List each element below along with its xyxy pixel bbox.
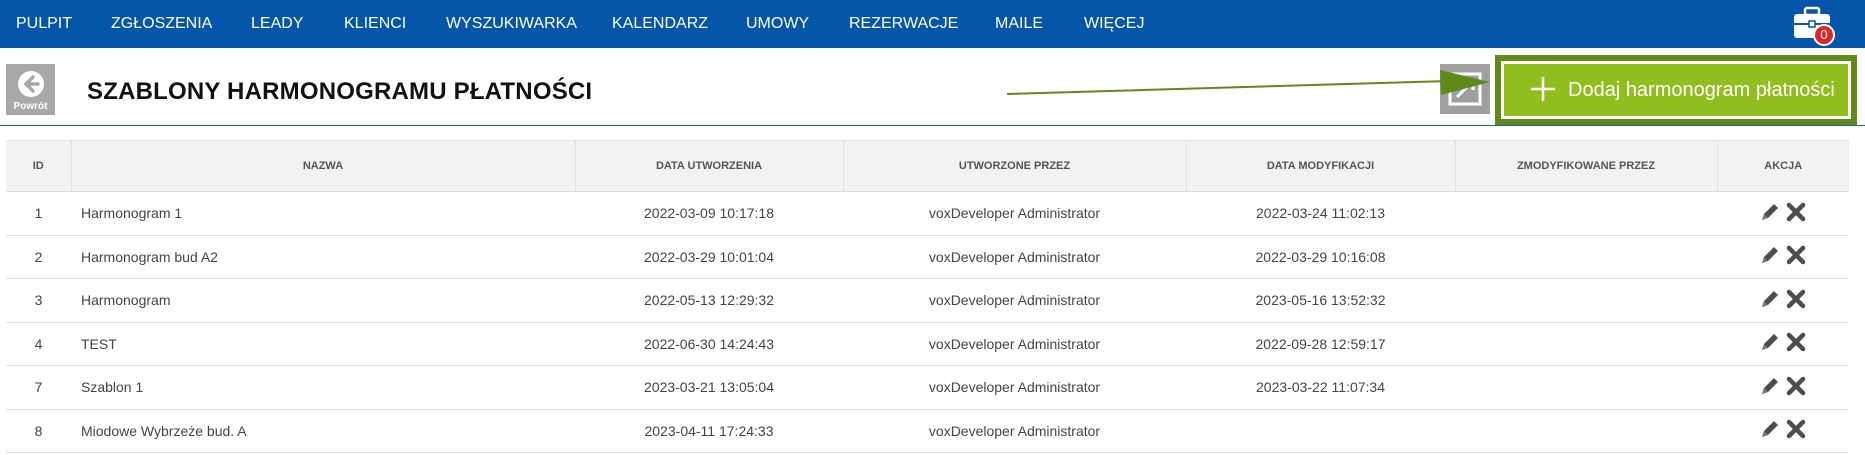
cell-actions (1717, 192, 1849, 236)
cell-id: 1 (34, 205, 43, 222)
cell-name: Harmonogram bud A2 (81, 248, 218, 265)
cell-name: TEST (81, 335, 117, 352)
cell-name: Miodowe Wybrzeże bud. A (81, 422, 247, 439)
top-nav-bar: PULPIT ZGŁOSZENIA LEADY KLIENCI WYSZUKIW… (0, 0, 1865, 48)
add-payment-schedule-button[interactable]: Dodaj harmonogram płatności (1504, 64, 1848, 116)
delete-x-icon[interactable] (1785, 331, 1807, 353)
table-row[interactable]: 8 Miodowe Wybrzeże bud. A 2023-04-11 17:… (6, 409, 1849, 453)
cell-created-by: voxDeveloper Administrator (928, 335, 1101, 352)
cell-modified-by (1455, 322, 1717, 366)
delete-x-icon[interactable] (1785, 288, 1807, 310)
cell-created-by: voxDeveloper Administrator (928, 379, 1101, 396)
cell-id: 8 (34, 422, 43, 439)
cell-modified-by (1455, 366, 1717, 410)
nav-item-umowy[interactable]: UMOWY (746, 0, 809, 48)
table-row[interactable]: 4 TEST 2022-06-30 14:24:43 voxDeveloper … (6, 322, 1849, 366)
back-button[interactable]: Powrót (6, 64, 55, 115)
nav-item-wiecej[interactable]: WIĘCEJ (1084, 0, 1144, 48)
cell-modified: 2022-09-28 12:59:17 (1255, 335, 1386, 352)
cell-modified-by (1455, 409, 1717, 453)
column-header-action: AKCJA (1717, 140, 1849, 192)
table-header-row: ID NAZWA DATA UTWORZENIA UTWORZONE PRZEZ… (6, 140, 1849, 192)
nav-item-wyszukiwarka[interactable]: WYSZUKIWARKA (446, 0, 577, 48)
nav-item-klienci[interactable]: KLIENCI (344, 0, 406, 48)
cell-modified: 2023-03-22 11:07:34 (1256, 379, 1385, 396)
expand-button[interactable] (1440, 64, 1490, 114)
cell-created: 2023-03-21 13:05:04 (644, 379, 774, 396)
edit-pencil-icon[interactable] (1759, 288, 1781, 310)
cell-created: 2022-05-13 12:29:32 (644, 292, 774, 309)
cell-modified-by (1455, 279, 1717, 323)
cell-created-by: voxDeveloper Administrator (928, 248, 1101, 265)
column-header-created-by[interactable]: UTWORZONE PRZEZ (843, 140, 1187, 192)
cell-created-by: voxDeveloper Administrator (928, 205, 1101, 222)
cell-actions (1717, 322, 1849, 366)
column-header-modified-by[interactable]: ZMODYFIKOWANE PRZEZ (1455, 140, 1718, 192)
cell-created: 2023-04-11 17:24:33 (644, 422, 774, 439)
table-row[interactable]: 3 Harmonogram 2022-05-13 12:29:32 voxDev… (6, 279, 1849, 323)
cell-id: 3 (34, 292, 43, 309)
cell-name: Harmonogram 1 (81, 205, 183, 222)
cell-created: 2022-03-09 10:17:18 (644, 205, 774, 222)
delete-x-icon[interactable] (1785, 244, 1807, 266)
back-label: Powrót (13, 101, 48, 112)
title-divider (0, 125, 1865, 126)
cell-created-by: voxDeveloper Administrator (928, 422, 1101, 439)
cell-created: 2022-06-30 14:24:43 (644, 335, 774, 352)
column-header-created[interactable]: DATA UTWORZENIA (575, 140, 844, 192)
nav-item-maile[interactable]: MAILE (995, 0, 1043, 48)
cell-id: 7 (34, 379, 43, 396)
edit-pencil-icon[interactable] (1759, 375, 1781, 397)
table-row[interactable]: 2 Harmonogram bud A2 2022-03-29 10:01:04… (6, 235, 1849, 279)
table-row[interactable]: 7 Szablon 1 2023-03-21 13:05:04 voxDevel… (6, 366, 1849, 410)
nav-item-rezerwacje[interactable]: REZERWACJE (849, 0, 958, 48)
cell-modified-by (1455, 192, 1717, 236)
add-button-label: Dodaj harmonogram płatności (1568, 79, 1835, 101)
edit-pencil-icon[interactable] (1759, 201, 1781, 223)
schedules-table: ID NAZWA DATA UTWORZENIA UTWORZONE PRZEZ… (6, 140, 1849, 453)
nav-item-zgloszenia[interactable]: ZGŁOSZENIA (111, 0, 212, 48)
page-title: SZABLONY HARMONOGRAMU PŁATNOŚCI (87, 78, 593, 105)
cell-created-by: voxDeveloper Administrator (928, 292, 1101, 309)
expand-icon (1448, 72, 1482, 106)
arrow-left-icon (18, 71, 44, 97)
nav-item-leady[interactable]: LEADY (251, 0, 303, 48)
edit-pencil-icon[interactable] (1759, 244, 1781, 266)
column-header-id[interactable]: ID (6, 140, 72, 192)
table-row[interactable]: 1 Harmonogram 1 2022-03-09 10:17:18 voxD… (6, 192, 1849, 236)
cell-name: Harmonogram (81, 292, 171, 309)
delete-x-icon[interactable] (1785, 418, 1807, 440)
nav-item-pulpit[interactable]: PULPIT (16, 0, 72, 48)
delete-x-icon[interactable] (1785, 201, 1807, 223)
cell-actions (1717, 235, 1849, 279)
edit-pencil-icon[interactable] (1759, 418, 1781, 440)
plus-icon (1531, 77, 1555, 101)
edit-pencil-icon[interactable] (1759, 331, 1781, 353)
column-header-name[interactable]: NAZWA (71, 140, 576, 192)
cell-modified: 2022-03-24 11:02:13 (1256, 205, 1385, 222)
cell-actions (1717, 409, 1849, 453)
nav-item-kalendarz[interactable]: KALENDARZ (612, 0, 708, 48)
delete-x-icon[interactable] (1785, 375, 1807, 397)
cell-actions (1717, 279, 1849, 323)
cell-modified: 2023-05-16 13:52:32 (1255, 292, 1386, 309)
column-header-modified[interactable]: DATA MODYFIKACJI (1186, 140, 1456, 192)
notification-badge: 0 (1813, 24, 1835, 46)
cell-modified: 2022-03-29 10:16:08 (1255, 248, 1386, 265)
cell-id: 4 (34, 335, 43, 352)
cell-id: 2 (34, 248, 43, 265)
cell-modified-by (1455, 235, 1717, 279)
cell-created: 2022-03-29 10:01:04 (644, 248, 774, 265)
cell-actions (1717, 366, 1849, 410)
cell-modified (1186, 409, 1455, 453)
cell-name: Szablon 1 (81, 379, 144, 396)
